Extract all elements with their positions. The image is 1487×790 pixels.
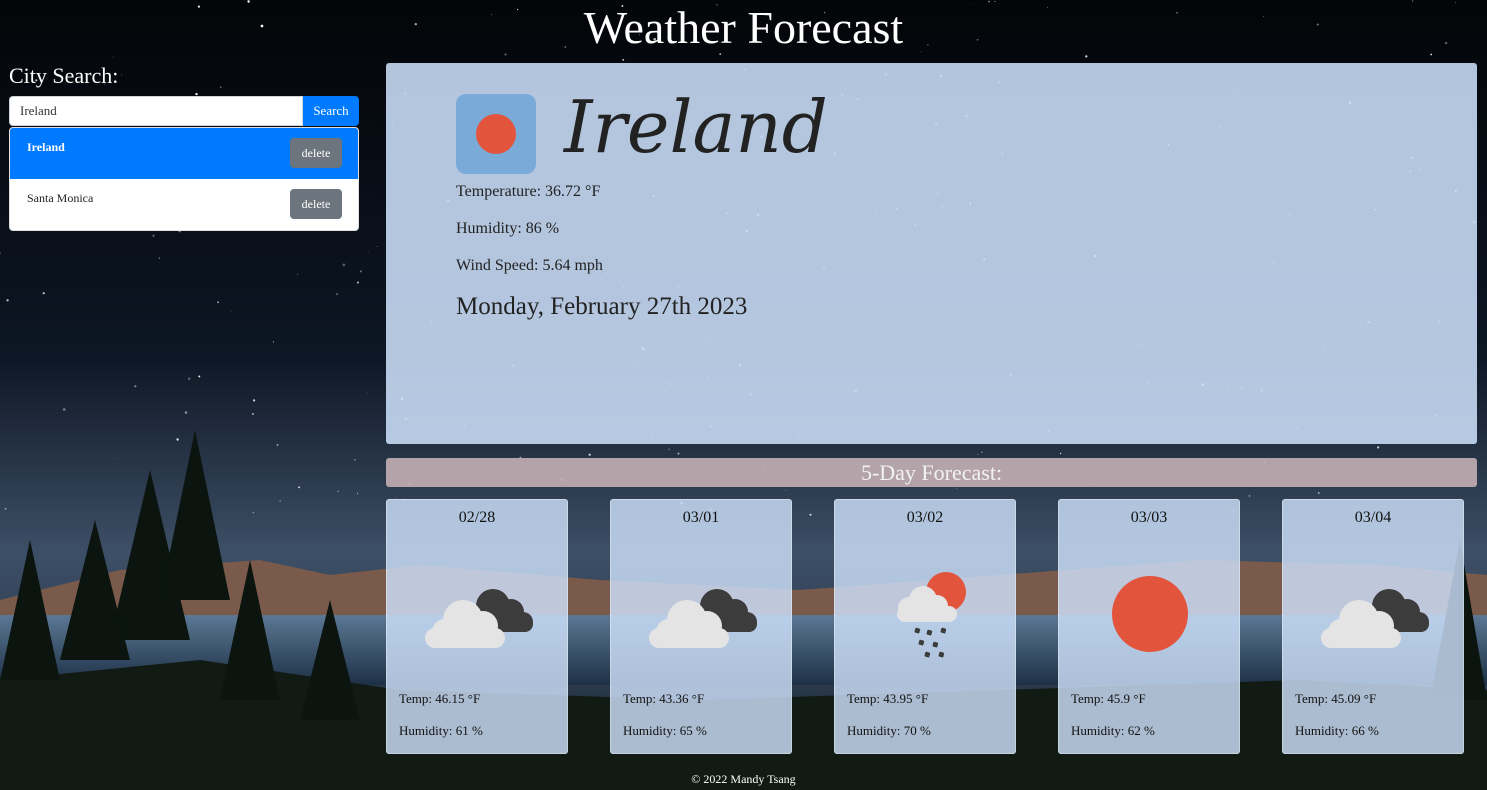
forecast-humidity: Humidity: 65 % bbox=[623, 723, 707, 738]
star bbox=[1085, 55, 1088, 58]
star bbox=[279, 500, 281, 502]
forecast-date: 03/03 bbox=[1130, 509, 1168, 526]
forecast-card: 03/03 Temp: 45.9 °F Humidity: 62 % bbox=[1058, 499, 1240, 754]
star bbox=[272, 341, 275, 343]
forecast-date: 02/28 bbox=[458, 509, 496, 526]
star bbox=[198, 375, 201, 378]
star bbox=[251, 412, 254, 415]
star bbox=[176, 438, 179, 441]
star bbox=[356, 281, 359, 284]
search-history-list: Ireland delete Santa Monica delete bbox=[9, 127, 359, 231]
star bbox=[677, 452, 680, 455]
star bbox=[376, 246, 378, 247]
star bbox=[1318, 492, 1320, 494]
star bbox=[588, 453, 591, 456]
star bbox=[359, 270, 362, 273]
forecast-card: 03/02 Temp: 43.95 °F Humidity: 70 % bbox=[834, 499, 1016, 754]
forecast-card: 03/04 Temp: 45.09 °F Humidity: 66 % bbox=[1282, 499, 1464, 754]
current-temperature: Temperature: 36.72 °F bbox=[456, 183, 601, 200]
forecast-temp: Temp: 43.95 °F bbox=[847, 691, 929, 706]
star bbox=[112, 56, 114, 58]
star bbox=[220, 86, 222, 88]
clear-sun-icon bbox=[1112, 576, 1188, 652]
forecast-temp: Temp: 43.36 °F bbox=[623, 691, 705, 706]
star bbox=[1248, 495, 1251, 497]
star bbox=[956, 487, 958, 489]
star bbox=[354, 458, 356, 461]
star bbox=[62, 408, 66, 411]
current-date: Monday, February 27th 2023 bbox=[456, 293, 748, 320]
star bbox=[187, 377, 191, 381]
star bbox=[296, 273, 299, 276]
footer-copyright: © 2022 Mandy Tsang bbox=[691, 772, 796, 786]
forecast-header: 5-Day Forecast: bbox=[386, 458, 1477, 487]
star bbox=[368, 250, 370, 252]
broken-clouds-icon bbox=[1321, 589, 1429, 648]
forecast-humidity: Humidity: 61 % bbox=[399, 723, 483, 738]
star bbox=[357, 492, 359, 494]
broken-clouds-icon bbox=[425, 589, 533, 648]
delete-button[interactable]: delete bbox=[290, 138, 342, 168]
history-item-ireland[interactable]: Ireland delete bbox=[10, 128, 358, 179]
star bbox=[1377, 446, 1380, 449]
star bbox=[784, 490, 786, 491]
star bbox=[4, 507, 7, 510]
star bbox=[114, 457, 116, 459]
forecast-temp: Temp: 46.15 °F bbox=[399, 691, 481, 706]
star bbox=[134, 385, 137, 388]
star bbox=[668, 448, 670, 450]
forecast-date: 03/01 bbox=[682, 509, 720, 526]
star bbox=[230, 310, 232, 312]
current-weather-panel: Ireland Temperature: 36.72 °F Humidity: … bbox=[386, 63, 1477, 444]
star bbox=[252, 399, 256, 402]
forecast-card: 03/01 Temp: 43.36 °F Humidity: 65 % bbox=[610, 499, 792, 754]
forecast-temp: Temp: 45.09 °F bbox=[1295, 691, 1377, 706]
delete-button[interactable]: delete bbox=[290, 189, 342, 219]
search-bar: Search bbox=[9, 96, 359, 126]
clear-sun-icon bbox=[456, 94, 536, 174]
star bbox=[152, 234, 155, 237]
city-search-label: City Search: bbox=[9, 63, 119, 88]
search-button[interactable]: Search bbox=[303, 96, 359, 126]
star bbox=[195, 92, 198, 96]
star bbox=[809, 513, 812, 516]
star bbox=[396, 496, 397, 498]
current-wind-speed: Wind Speed: 5.64 mph bbox=[456, 257, 603, 274]
page-title: Weather Forecast bbox=[583, 2, 904, 53]
forecast-date: 03/04 bbox=[1354, 509, 1392, 526]
broken-clouds-icon bbox=[649, 589, 757, 648]
forecast-date: 03/02 bbox=[906, 509, 944, 526]
current-city-name: Ireland bbox=[564, 85, 828, 169]
forecast-humidity: Humidity: 66 % bbox=[1295, 723, 1379, 738]
star bbox=[342, 263, 346, 267]
star bbox=[622, 58, 625, 61]
history-item-santa-monica[interactable]: Santa Monica delete bbox=[10, 179, 358, 230]
star bbox=[158, 257, 161, 259]
star bbox=[184, 411, 188, 414]
star bbox=[121, 74, 122, 76]
star bbox=[42, 292, 45, 295]
star bbox=[977, 453, 979, 456]
city-search-input[interactable] bbox=[9, 96, 303, 126]
star bbox=[366, 391, 368, 393]
star bbox=[6, 299, 9, 302]
history-item-label: Santa Monica bbox=[27, 191, 94, 205]
current-humidity: Humidity: 86 % bbox=[456, 220, 560, 237]
star bbox=[336, 293, 339, 296]
star bbox=[252, 511, 255, 514]
star bbox=[337, 490, 339, 492]
star bbox=[981, 451, 983, 453]
rain-sun-icon bbox=[897, 572, 966, 658]
forecast-humidity: Humidity: 62 % bbox=[1071, 723, 1155, 738]
star bbox=[298, 486, 301, 489]
history-item-label: Ireland bbox=[27, 140, 65, 154]
forecast-humidity: Humidity: 70 % bbox=[847, 723, 931, 738]
forecast-temp: Temp: 45.9 °F bbox=[1071, 691, 1146, 706]
star bbox=[217, 301, 219, 304]
star bbox=[1059, 452, 1062, 455]
forecast-card: 02/28 Temp: 46.15 °F Humidity: 61 % bbox=[386, 499, 568, 754]
star bbox=[276, 444, 279, 446]
